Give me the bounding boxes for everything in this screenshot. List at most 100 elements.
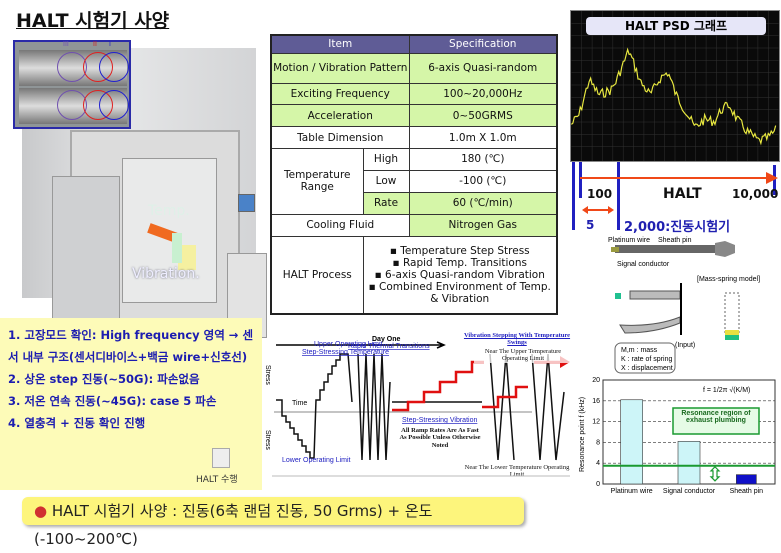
platinum-label: Platinum wire bbox=[608, 237, 650, 244]
cell-label: Temperature Range bbox=[270, 148, 364, 215]
ramp-note: All Ramp Rates Are As Fast As Possible U… bbox=[397, 427, 483, 450]
connector-shape bbox=[715, 241, 735, 257]
file-label[interactable]: HALT 수행 bbox=[196, 472, 238, 485]
summary-banner: ● HALT 시험기 사양 : 진동(6축 랜덤 진동, 50 Grms) + … bbox=[22, 497, 524, 548]
cell-value: 6-axis Quasi-random bbox=[408, 52, 558, 84]
cell-sublabel: Rate bbox=[362, 191, 410, 215]
cell-value: 180 (℃) bbox=[408, 148, 558, 171]
marker-ii: II bbox=[93, 41, 97, 48]
mass-icon bbox=[615, 293, 621, 299]
y-axis-label: Resonance point f (kHz) bbox=[579, 397, 586, 472]
model-label: [Mass-spring model] bbox=[697, 276, 760, 283]
cell-label: Table Dimension bbox=[270, 126, 410, 150]
sensor-failure-inset: III II I bbox=[13, 40, 131, 129]
bar bbox=[620, 399, 643, 485]
platinum-wire-shape bbox=[611, 247, 619, 252]
sheath-pin-shape bbox=[615, 245, 715, 253]
formula: f = 1/2π √(K/M) bbox=[703, 386, 750, 394]
cell-process: ▪ Temperature Step Stress ▪ Rapid Temp. … bbox=[362, 235, 558, 315]
process-item: ▪ Temperature Step Stress bbox=[389, 244, 530, 257]
vibration-label: Vibration. bbox=[132, 266, 200, 282]
psd-line bbox=[571, 47, 777, 146]
y-tick-label: 20 bbox=[592, 377, 600, 384]
cell-value: 0~50GRMS bbox=[408, 104, 558, 128]
note-item: 3. 저온 연속 진동(~45G): case 5 파손 bbox=[8, 394, 217, 408]
process-item: ▪ Rapid Temp. Transitions bbox=[392, 256, 527, 269]
legend-item: K : rate of spring bbox=[621, 356, 672, 363]
header-spec: Specification bbox=[408, 34, 558, 54]
near-upper-label: Near The Upper Temperature Operating Lim… bbox=[474, 348, 572, 363]
shaker-range-arrow-icon bbox=[582, 206, 614, 214]
bar bbox=[677, 441, 701, 485]
cell-label: Cooling Fluid bbox=[270, 213, 410, 237]
step-temp-label: Step-Stressing Temperature bbox=[302, 349, 389, 356]
chamber-door bbox=[52, 176, 120, 326]
rapid-label: Rapid Thermal Transitions bbox=[348, 343, 430, 350]
marker-iii: III bbox=[63, 41, 69, 48]
note-item: 1. 고장모드 확인: High frequency 영역 → 센서 내부 구조… bbox=[8, 328, 254, 364]
label-5: 5 bbox=[586, 218, 595, 232]
halt-range-arrow-icon bbox=[580, 172, 778, 184]
note-item: 4. 열충격 + 진동 확인 진행 bbox=[8, 416, 146, 430]
cell-value: -100 (℃) bbox=[408, 169, 558, 193]
label-100: 100 bbox=[587, 187, 613, 201]
process-item: ▪ 6-axis Quasi-random Vibration bbox=[374, 268, 545, 281]
temp-label: Temp. bbox=[148, 203, 190, 219]
psd-title: HALT PSD 그래프 bbox=[586, 17, 766, 35]
stress-label-lower: Stress bbox=[264, 430, 271, 450]
note-item: 2. 상온 step 진동(~50G): 파손없음 bbox=[8, 372, 200, 386]
x-tick-label: Sheath pin bbox=[730, 488, 764, 495]
control-panel bbox=[238, 194, 255, 212]
bent-beam bbox=[619, 316, 681, 334]
vib-temp-label: Vibration Stepping With Temperature Swin… bbox=[462, 332, 572, 347]
cell-value: 60 (℃/min) bbox=[408, 191, 558, 215]
cell-label: HALT Process bbox=[270, 235, 364, 315]
time-label: Time bbox=[292, 400, 307, 407]
banner-text: HALT 시험기 사양 : 진동(6축 랜덤 진동, 50 Grms) + 온도… bbox=[34, 502, 433, 548]
mass-green bbox=[725, 335, 739, 340]
label-halt: HALT bbox=[663, 186, 702, 202]
resonance-bar-chart: 0 4 8 12 16 20 Platinum wire Signal conductor S… bbox=[579, 377, 776, 495]
y-tick-label: 0 bbox=[596, 481, 600, 488]
spec-table: Item Specification Motion / Vibration Pat… bbox=[270, 34, 558, 315]
header-item: Item bbox=[270, 34, 410, 54]
circle-marker bbox=[99, 90, 129, 120]
legend-item: M,m : mass bbox=[621, 347, 658, 354]
label-10000: 10,000 bbox=[732, 187, 779, 201]
near-lower-label: Near The Lower Temperature Operating Lim… bbox=[462, 464, 572, 479]
annotation-text: Resonance region of exhaust plumbing bbox=[681, 410, 751, 424]
cell-label: Motion / Vibration Pattern bbox=[270, 52, 410, 84]
circle-marker bbox=[99, 52, 129, 82]
label-shaker: 2,000:진동시험기 bbox=[624, 220, 731, 235]
cell-value: 100~20,000Hz bbox=[408, 82, 558, 106]
bar bbox=[736, 474, 757, 485]
y-tick-label: 8 bbox=[596, 439, 600, 446]
sheath-label: Sheath pin bbox=[658, 237, 692, 244]
input-label: (Input) bbox=[675, 342, 695, 349]
cell-sublabel: High bbox=[362, 148, 410, 171]
x-tick-label: Platinum wire bbox=[611, 488, 653, 495]
stress-label-upper: Stress bbox=[264, 365, 271, 385]
signal-label: Signal conductor bbox=[617, 261, 670, 268]
y-tick-label: 4 bbox=[596, 460, 600, 467]
legend-item: X : displacement bbox=[621, 365, 673, 372]
sensor-structure-diagram: Platinum wire Sheath pin Signal conducto… bbox=[608, 237, 760, 374]
marker-i: I bbox=[109, 41, 111, 48]
page-title: HALT 시험기 사양 bbox=[16, 10, 170, 32]
cell-value: 1.0m X 1.0m bbox=[408, 126, 558, 150]
cell-label: Acceleration bbox=[270, 104, 410, 128]
marker-5 bbox=[572, 162, 575, 230]
process-item: ▪ Combined Environment of Temp. & Vibrat… bbox=[368, 280, 551, 305]
vibration-step-line bbox=[392, 360, 562, 412]
spring-stack bbox=[724, 292, 740, 334]
cell-label: Exciting Frequency bbox=[270, 82, 410, 106]
y-tick-label: 16 bbox=[592, 398, 600, 405]
x-tick-label: Signal conductor bbox=[663, 488, 716, 495]
bullet-icon: ● bbox=[34, 502, 48, 520]
ppt-file-icon[interactable] bbox=[212, 448, 230, 468]
lower-limit-label: Lower Operating Limit bbox=[282, 457, 351, 464]
y-tick-label: 12 bbox=[592, 419, 600, 426]
halt-stress-profile: Day One Stress Stress Step-Stressing Tem… bbox=[264, 332, 572, 479]
mass-yellow bbox=[725, 330, 739, 335]
beam-model bbox=[629, 290, 681, 300]
